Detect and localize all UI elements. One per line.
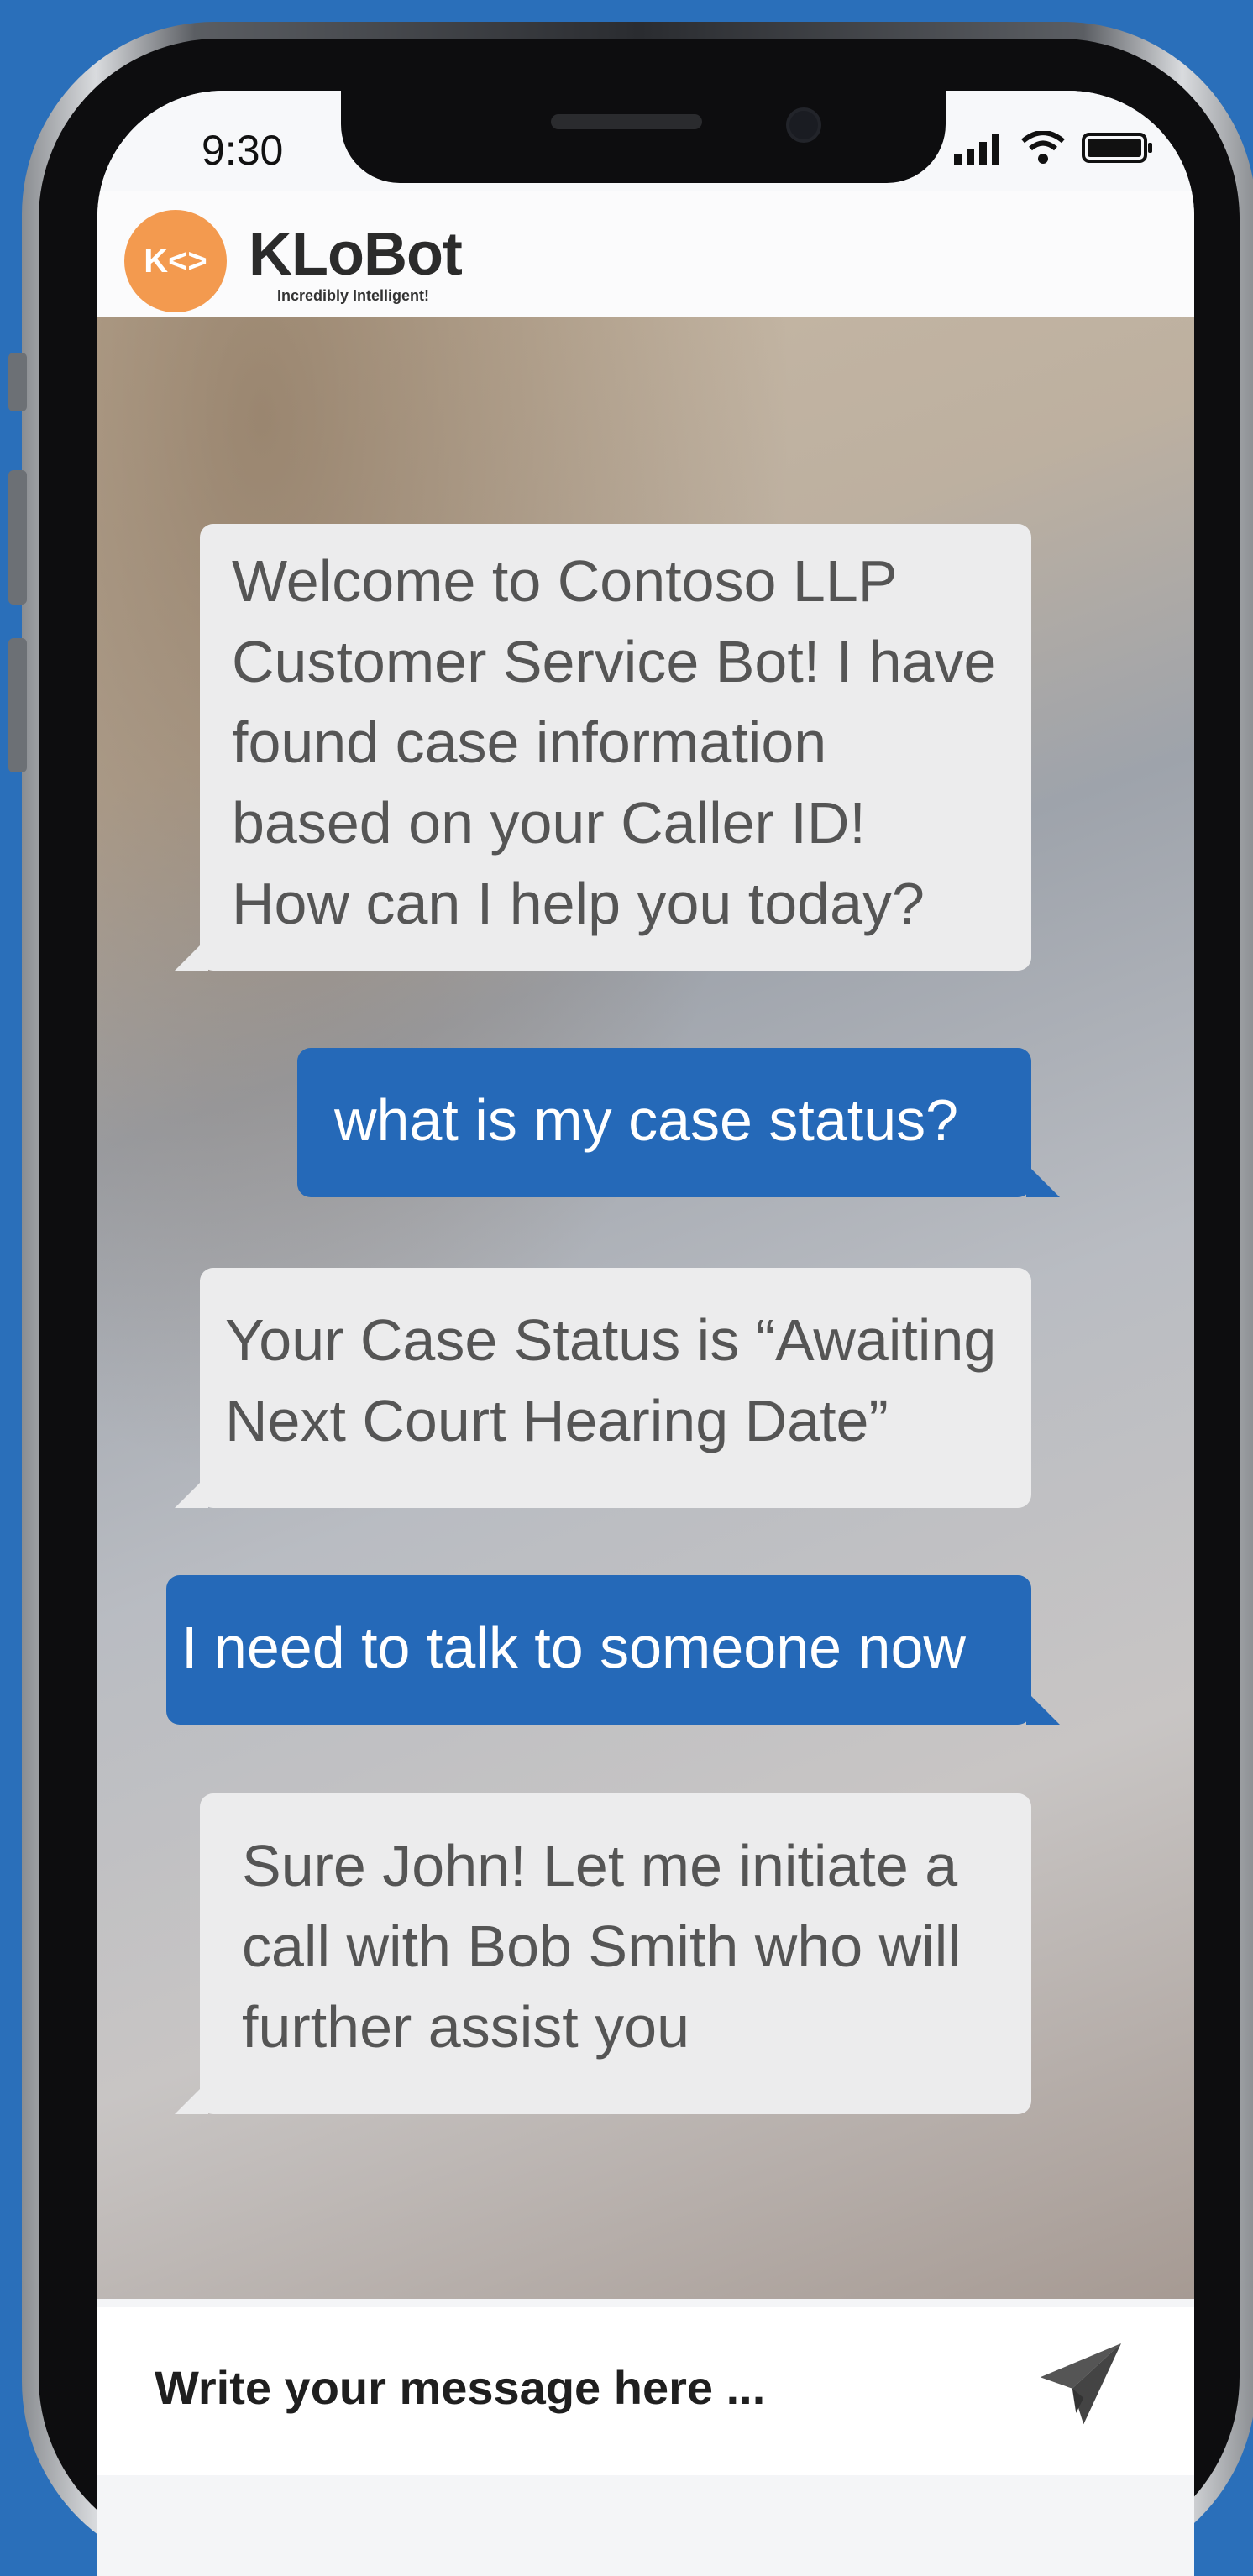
status-time: 9:30 [202, 127, 284, 174]
battery-icon [1082, 133, 1152, 163]
bot-message: Welcome to Contoso LLP Customer Service … [175, 524, 1031, 971]
brand-tagline: Incredibly Intelligent! [277, 287, 430, 304]
bot-message: Sure John! Let me initiate a call with B… [175, 1793, 1031, 2114]
user-message: I need to talk to someone now [166, 1575, 1060, 1725]
message-composer [97, 2307, 1194, 2475]
brand-name: KLoBot [249, 221, 463, 288]
speaker-grille [551, 114, 702, 129]
wifi-icon [1021, 131, 1065, 164]
app-header: K<> KLoBot Incredibly Intelligent! [97, 191, 1194, 320]
klobot-logo: K<> [124, 210, 227, 312]
volume-up-button [8, 470, 27, 605]
status-icons [954, 131, 1154, 165]
signal-icon [954, 134, 999, 165]
bot-message: Your Case Status is “Awaiting Next Court… [175, 1268, 1031, 1508]
user-message: what is my case status? [297, 1048, 1060, 1197]
chat-area[interactable]: Welcome to Contoso LLP Customer Service … [97, 317, 1194, 2299]
volume-down-button [8, 638, 27, 772]
notch [341, 91, 946, 183]
phone-screen: 9:30 K<> KLoBot Incredibly Intelligent! … [97, 91, 1194, 2576]
message-input[interactable] [153, 2344, 1013, 2430]
send-icon[interactable] [1035, 2336, 1129, 2430]
status-bar: 9:30 [97, 91, 1194, 191]
mute-switch [8, 353, 27, 411]
front-camera [786, 107, 821, 143]
